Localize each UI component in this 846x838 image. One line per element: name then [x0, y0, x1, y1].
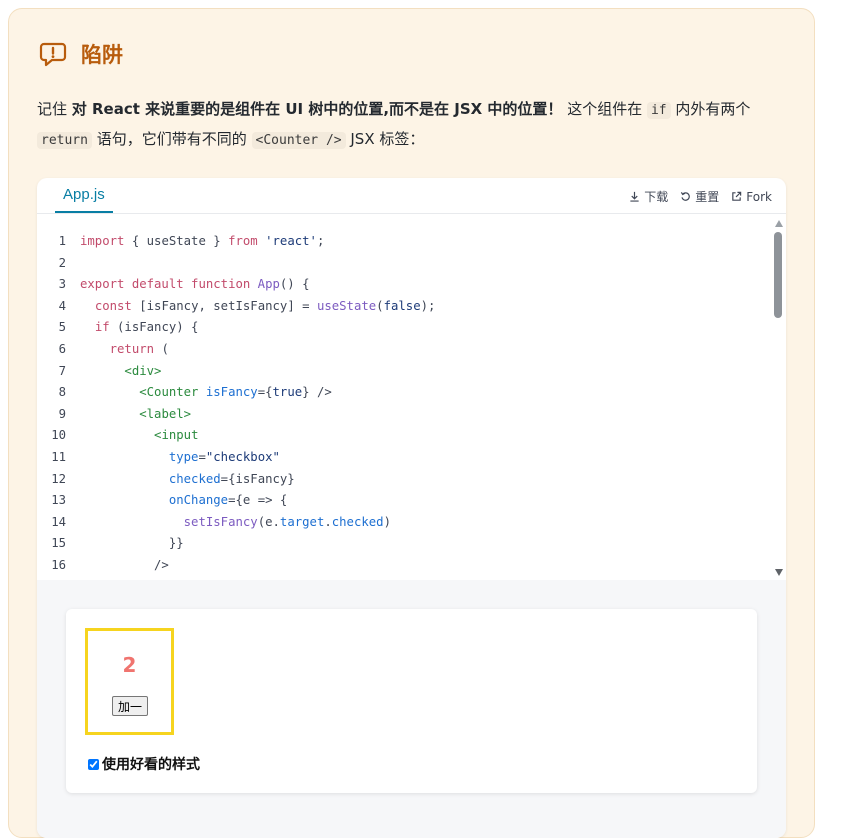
code-line: 9 <label>: [37, 404, 772, 426]
code-line: 6 return (: [37, 339, 772, 361]
code-line: 4 const [isFancy, setIsFancy] = useState…: [37, 296, 772, 318]
text-segment: JSX 标签：: [345, 130, 425, 148]
pitfall-description: 记住 对 React 来说重要的是组件在 UI 树中的位置,而不是在 JSX 中…: [37, 95, 767, 155]
code-line: 3 export default function App() {: [37, 274, 772, 296]
fork-label: Fork: [746, 189, 772, 204]
text-segment: 语句，它们带有不同的: [91, 130, 252, 148]
code-text: if (isFancy) {: [94, 320, 199, 335]
reset-label: 重置: [695, 190, 720, 204]
speech-bubble-alert-icon: [39, 42, 67, 67]
line-number: 12: [51, 471, 66, 486]
fancy-style-checkbox-label[interactable]: 使用好看的样式: [88, 754, 200, 774]
scroll-thumb[interactable]: [774, 232, 782, 318]
code-sandbox: App.js 下载 重置 Fork 1 import { useState } f…: [37, 178, 786, 838]
code-text: type="checkbox": [168, 449, 280, 464]
text-segment: 内外有两个: [670, 100, 751, 118]
code-line: 5 if (isFancy) {: [37, 317, 772, 339]
scroll-down-arrow-icon[interactable]: [775, 569, 783, 576]
line-number: 2: [58, 255, 66, 270]
pitfall-callout: 陷阱 记住 对 React 来说重要的是组件在 UI 树中的位置,而不是在 JS…: [8, 8, 815, 838]
code-lines: 1 import { useState } from 'react'; 2 3 expo…: [37, 231, 772, 577]
code-text: <div>: [124, 363, 162, 378]
pitfall-header: 陷阱: [39, 39, 123, 69]
checkbox-label-text: 使用好看的样式: [102, 757, 200, 773]
line-number: 8: [58, 385, 66, 400]
code-line: 14 setIsFancy(e.target.checked): [37, 512, 772, 534]
code-line: 2: [37, 253, 772, 275]
sandbox-tab-bar: App.js 下载 重置 Fork: [37, 178, 786, 214]
tab-app-js[interactable]: App.js: [55, 178, 113, 213]
code-line: 12 checked={isFancy}: [37, 469, 772, 491]
code-text: import { useState } from 'react';: [80, 234, 325, 248]
inline-code-counter: <Counter />: [251, 132, 346, 149]
line-number: 13: [51, 493, 66, 508]
line-number: 10: [51, 428, 66, 443]
reset-icon: [681, 192, 691, 201]
counter-value: 2: [122, 653, 137, 677]
line-number: 15: [51, 536, 66, 551]
preview-card: 2 加一 使用好看的样式: [66, 609, 757, 793]
line-number: 3: [58, 277, 66, 292]
download-label: 下载: [644, 190, 669, 204]
line-number: 14: [51, 514, 66, 529]
code-text: setIsFancy(e.target.checked): [183, 514, 391, 529]
code-text: checked={isFancy}: [168, 471, 295, 486]
code-line: 13 onChange={e => {: [37, 490, 772, 512]
sandbox-actions: 下载 重置 Fork: [629, 188, 772, 205]
code-text: return (: [109, 341, 169, 356]
code-line: 16 />: [37, 555, 772, 577]
counter-box: 2 加一: [85, 628, 174, 735]
line-number: 11: [51, 449, 66, 464]
line-number: 16: [51, 557, 66, 572]
reset-button[interactable]: 重置: [680, 188, 719, 205]
code-text: <input: [154, 428, 199, 443]
code-line: 15 }}: [37, 533, 772, 555]
line-number: 6: [58, 341, 66, 356]
fork-button[interactable]: Fork: [731, 188, 772, 205]
code-text: />: [80, 557, 169, 572]
code-line: 10 <input: [37, 425, 772, 447]
download-button[interactable]: 下载: [629, 188, 668, 205]
inline-code-if: if: [646, 102, 671, 119]
inline-code-return: return: [37, 132, 92, 149]
pitfall-title: 陷阱: [81, 43, 123, 67]
code-text: export default function App() {: [80, 277, 310, 292]
code-text: onChange={e => {: [168, 493, 288, 508]
code-line: 11 type="checkbox": [37, 447, 772, 469]
line-number: 7: [58, 363, 66, 378]
fancy-style-checkbox[interactable]: [88, 758, 99, 770]
code-line: 8 <Counter isFancy={true} />: [37, 382, 772, 404]
download-icon: [630, 191, 639, 202]
line-number: 9: [58, 406, 66, 421]
line-number: 5: [58, 320, 66, 335]
code-editor[interactable]: 1 import { useState } from 'react'; 2 3 expo…: [37, 214, 786, 580]
add-one-button[interactable]: 加一: [112, 696, 149, 716]
line-number: 1: [58, 234, 66, 248]
code-line: 7 <div>: [37, 361, 772, 383]
code-text: <Counter isFancy={true} />: [139, 385, 332, 400]
code-line: 1 import { useState } from 'react';: [37, 231, 772, 253]
scroll-up-arrow-icon[interactable]: [775, 220, 783, 227]
code-text: <label>: [139, 406, 192, 421]
external-link-icon: [732, 191, 742, 201]
preview-pane: 2 加一 使用好看的样式: [37, 580, 786, 838]
text-bold: 对 React 来说重要的是组件在 UI 树中的位置,而不是在 JSX 中的位置…: [71, 100, 563, 118]
code-scrollbar[interactable]: [771, 214, 786, 580]
code-text: const [isFancy, setIsFancy] = useState(f…: [94, 298, 436, 313]
code-text: }}: [80, 536, 184, 551]
text-segment: 记住: [37, 100, 72, 118]
line-number: 4: [58, 298, 66, 313]
text-segment: 这个组件在: [562, 100, 647, 118]
